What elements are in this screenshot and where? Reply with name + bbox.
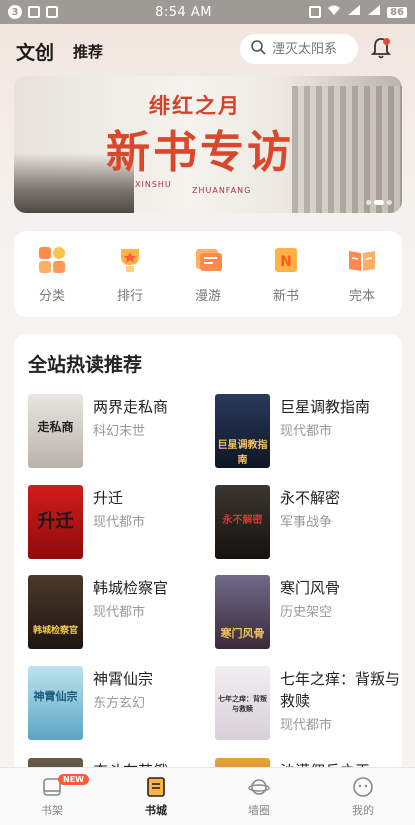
section-title: 全站热读推荐 [28, 354, 143, 376]
category-item-ranking[interactable]: 排行 [100, 245, 160, 304]
category-item-completed[interactable]: 完本 [332, 245, 392, 304]
book-title: 七年之痒：背叛与救赎 [280, 670, 401, 710]
bookstore-icon [145, 776, 167, 798]
account-icon [46, 6, 58, 18]
category-bar: 分类 排行 漫游 N 新书 完本 [14, 231, 402, 317]
signal-icon [347, 4, 361, 20]
trophy-icon [115, 245, 145, 275]
category-item-roam[interactable]: 漫游 [178, 245, 238, 304]
category-label: 完本 [348, 289, 375, 304]
promo-banner[interactable]: 绯红之月 新书专访 XINSHU ZHUANFANG [14, 76, 402, 213]
category-label: 新书 [272, 289, 299, 304]
book-title: 神霄仙宗 [93, 670, 154, 688]
book-cover: 韩城检察官 [28, 575, 83, 649]
battery-icon: 86 [387, 6, 407, 18]
category-item-new-books[interactable]: N 新书 [256, 245, 316, 304]
book-title: 寒门风骨 [280, 579, 341, 597]
app-header: 文创 推荐 [0, 24, 415, 74]
status-bar: 3 8:54 AM 86 [0, 0, 415, 24]
grid-icon [37, 245, 67, 275]
tab-label: 书架 [41, 804, 63, 817]
planet-icon [248, 776, 270, 798]
book-cover: 走私商 [28, 394, 83, 468]
search-box[interactable] [240, 34, 358, 64]
hot-reads-section: 全站热读推荐 走私商 两界走私商 科幻末世 巨星调教指南 巨星调教指南 现代都市… [14, 334, 402, 825]
category-label: 分类 [38, 289, 65, 304]
book-item[interactable]: 神霄仙宗 神霄仙宗 东方玄幻 [28, 666, 208, 746]
svg-text:N: N [280, 254, 292, 270]
smile-icon [352, 776, 374, 798]
tab-label: 墙圈 [248, 804, 270, 817]
book-genre: 历史架空 [280, 605, 333, 620]
book-genre: 现代都市 [93, 515, 146, 530]
banner-main-text: 新书专访 [106, 127, 294, 178]
status-time: 8:54 AM [155, 4, 212, 20]
bottom-tab-bar: 书架 NEW 书城 墙圈 我的 [0, 767, 415, 825]
book-item[interactable]: 七年之痒：背叛与救赎 七年之痒：背叛与救赎 现代都市 [215, 666, 400, 746]
tab-recommend[interactable]: 推荐 [73, 41, 103, 62]
bell-icon[interactable] [370, 36, 392, 60]
book-cover: 寒门风骨 [215, 575, 270, 649]
book-title: 两界走私商 [93, 398, 169, 416]
book-item[interactable]: 永不解密 永不解密 军事战争 [215, 485, 395, 565]
search-icon [250, 39, 266, 59]
banner-dot-active [374, 200, 384, 205]
category-label: 排行 [116, 289, 143, 304]
book-title: 永不解密 [280, 489, 341, 507]
banner-pagination [366, 200, 392, 205]
tab-bookstore[interactable]: 书城 [126, 776, 186, 818]
book-item[interactable]: 走私商 两界走私商 科幻末世 [28, 394, 208, 474]
banner-art-right [292, 86, 402, 213]
book-title: 升迁 [93, 489, 124, 507]
new-book-icon: N [271, 245, 301, 275]
book-genre: 现代都市 [93, 605, 146, 620]
android-icon [28, 6, 40, 18]
roam-icon [193, 245, 223, 275]
banner-dot [366, 200, 371, 205]
search-input[interactable] [272, 41, 352, 57]
banner-pinyin-2: ZHUANFANG [192, 186, 252, 195]
category-label: 漫游 [194, 289, 221, 304]
notification-dot [383, 38, 390, 45]
book-item[interactable]: 韩城检察官 韩城检察官 现代都市 [28, 575, 208, 655]
book-genre: 军事战争 [280, 515, 333, 530]
book-genre: 现代都市 [280, 718, 333, 733]
signal-icon-2 [367, 4, 381, 20]
book-title: 巨星调教指南 [280, 398, 371, 416]
tab-label: 书城 [145, 804, 167, 817]
wifi-icon [327, 4, 341, 20]
book-genre: 东方玄幻 [93, 696, 146, 711]
book-cover: 升迁 [28, 485, 83, 559]
banner-pinyin-1: XINSHU [135, 180, 172, 189]
notification-count-badge: 3 [8, 5, 22, 19]
category-item-classify[interactable]: 分类 [22, 245, 82, 304]
book-cover: 巨星调教指南 [215, 394, 270, 468]
tab-circle[interactable]: 墙圈 [229, 776, 289, 818]
book-cover: 神霄仙宗 [28, 666, 83, 740]
tab-profile[interactable]: 我的 [333, 776, 393, 818]
book-item[interactable]: 寒门风骨 寒门风骨 历史架空 [215, 575, 395, 655]
book-item[interactable]: 巨星调教指南 巨星调教指南 现代都市 [215, 394, 395, 474]
vibrate-icon [309, 6, 322, 18]
banner-dot [387, 200, 392, 205]
book-genre: 现代都市 [280, 424, 333, 439]
new-badge: NEW [58, 774, 89, 785]
book-cover: 七年之痒：背叛与救赎 [215, 666, 270, 740]
book-title: 韩城检察官 [93, 579, 169, 597]
open-book-icon [347, 245, 377, 275]
tab-label: 我的 [352, 804, 374, 817]
book-item[interactable]: 升迁 升迁 现代都市 [28, 485, 208, 565]
book-cover: 永不解密 [215, 485, 270, 559]
app-title: 文创 [16, 42, 55, 64]
book-genre: 科幻末世 [93, 424, 146, 439]
